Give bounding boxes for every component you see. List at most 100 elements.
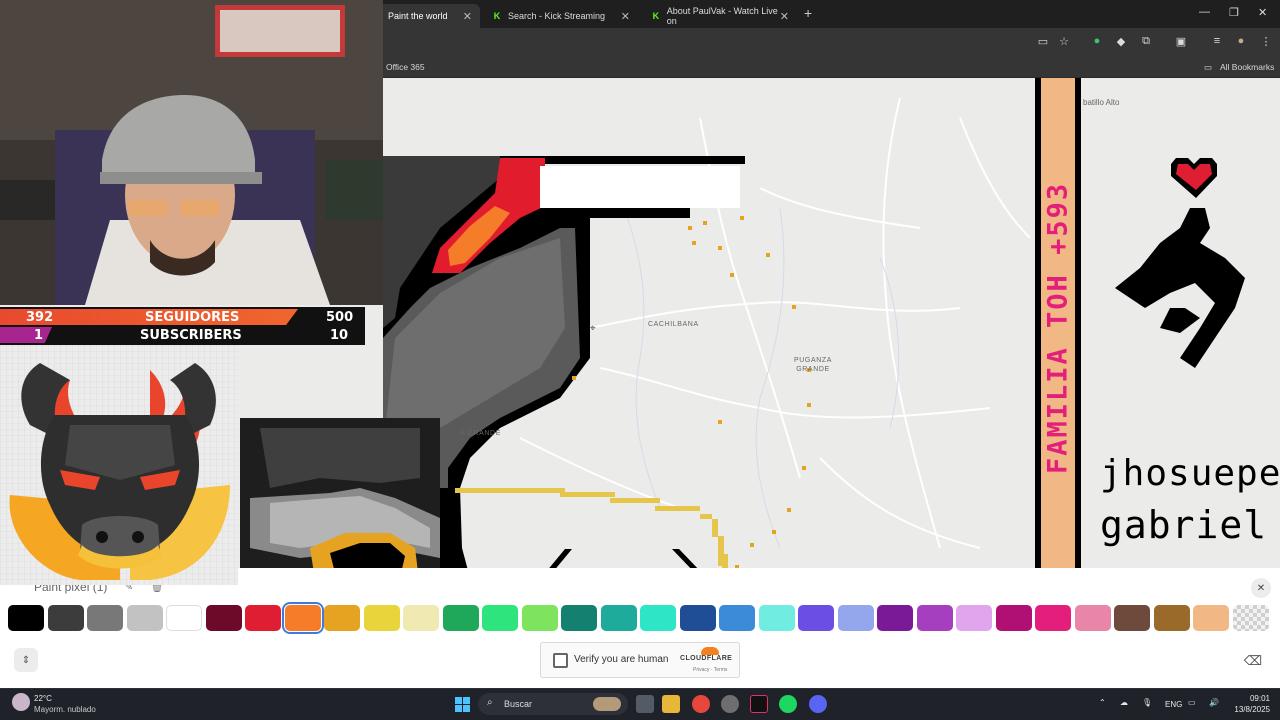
color-swatch[interactable] [838, 605, 874, 631]
color-swatch[interactable] [798, 605, 834, 631]
tray-chevron-icon[interactable]: ⌃ [1099, 698, 1106, 707]
media-icon[interactable]: ≡ [1209, 33, 1225, 49]
color-swatch[interactable] [245, 605, 281, 631]
kick-icon: K [493, 11, 501, 21]
minimize-button[interactable]: — [1199, 6, 1210, 18]
map-label-cachilbana: CACHILBANA [648, 321, 699, 328]
weather-desc[interactable]: Mayorm. nublado [34, 705, 96, 714]
weather-icon[interactable] [12, 693, 30, 711]
close-window-button[interactable]: ✕ [1258, 6, 1267, 19]
color-swatch[interactable] [640, 605, 676, 631]
verify-checkbox[interactable] [553, 653, 568, 668]
bookmark-office-365[interactable]: Office 365 [386, 62, 425, 72]
color-swatch[interactable] [482, 605, 518, 631]
tab-kick-search[interactable]: K Search - Kick Streaming ✕ [482, 4, 638, 28]
tab-paint-the-world[interactable]: Paint the world ✕ [378, 4, 480, 28]
file-explorer-icon[interactable] [662, 695, 680, 713]
color-swatch[interactable] [917, 605, 953, 631]
map-label-tabillo: batillo Alto [1083, 98, 1120, 107]
color-swatch[interactable] [956, 605, 992, 631]
close-palette-button[interactable]: ✕ [1251, 578, 1271, 598]
stream-goals-panel: 392 SEGUIDORES 500 1 SUBSCRIBERS 10 [0, 307, 365, 345]
weather-temp[interactable]: 22°C [34, 694, 52, 703]
map-label-grande: A GRANDE [460, 430, 501, 437]
sidebar-icon[interactable]: ▣ [1173, 33, 1189, 49]
color-swatch[interactable] [996, 605, 1032, 631]
color-swatch[interactable] [1114, 605, 1150, 631]
subs-goal: 10 [330, 328, 349, 343]
close-icon[interactable]: ✕ [780, 10, 789, 23]
windows-start-icon[interactable] [455, 697, 470, 712]
extension-diamond-icon[interactable]: ◆ [1113, 33, 1129, 49]
subs-progress-bar [0, 327, 52, 343]
color-swatch[interactable] [719, 605, 755, 631]
color-swatch[interactable] [759, 605, 795, 631]
discord-icon[interactable] [809, 695, 827, 713]
color-swatch[interactable] [364, 605, 400, 631]
maximize-button[interactable]: ❐ [1229, 6, 1239, 19]
color-swatch[interactable] [561, 605, 597, 631]
new-tab-button[interactable]: + [804, 5, 812, 21]
close-icon[interactable]: ✕ [621, 10, 630, 23]
network-icon[interactable]: ▭ [1188, 698, 1196, 707]
bull-logo [0, 345, 238, 585]
color-swatch[interactable] [1233, 605, 1269, 631]
extensions-puzzle-icon[interactable]: ⧉ [1138, 33, 1154, 49]
color-swatch[interactable] [1035, 605, 1071, 631]
tray-cloud-icon[interactable]: ☁ [1120, 698, 1128, 707]
chrome-icon[interactable] [692, 695, 710, 713]
color-swatch[interactable] [1154, 605, 1190, 631]
color-swatch[interactable] [87, 605, 123, 631]
spotify-icon[interactable] [779, 695, 797, 713]
expand-chevron-button[interactable]: ⇕ [14, 648, 38, 672]
clock-date[interactable]: 13/8/2025 [1226, 705, 1270, 714]
color-swatch[interactable] [522, 605, 558, 631]
map-label-puganza: PUGANZA GRANDE [794, 357, 833, 373]
color-swatch[interactable] [166, 605, 202, 631]
cloudflare-links[interactable]: Privacy · Terms [693, 667, 727, 673]
close-icon[interactable]: ✕ [463, 10, 472, 23]
color-swatch[interactable] [324, 605, 360, 631]
color-swatch[interactable] [282, 602, 324, 634]
color-swatch[interactable] [206, 605, 242, 631]
pixel-art-banner-text: FAMILIA TOH +593 [1042, 181, 1074, 475]
language-indicator[interactable]: ENG [1165, 700, 1182, 709]
followers-label: SEGUIDORES [145, 310, 240, 325]
search-icon: ⌕ [487, 697, 493, 708]
extension-g-icon[interactable]: ● [1089, 33, 1105, 49]
tray-mic-icon[interactable]: 🎙 [1142, 698, 1152, 707]
obs-icon[interactable] [721, 695, 739, 713]
color-swatch[interactable] [680, 605, 716, 631]
color-swatch[interactable] [877, 605, 913, 631]
subs-label: SUBSCRIBERS [140, 328, 242, 343]
clock-time[interactable]: 09:01 [1232, 694, 1270, 703]
color-swatch[interactable] [8, 605, 44, 631]
task-view-icon[interactable] [636, 695, 654, 713]
webcam-scene [0, 0, 383, 305]
all-bookmarks[interactable]: All Bookmarks [1220, 62, 1274, 72]
tiktok-icon[interactable] [750, 695, 768, 713]
color-swatch[interactable] [127, 605, 163, 631]
pixel-art-name-2: gabriel [1100, 503, 1268, 547]
color-swatch[interactable] [1193, 605, 1229, 631]
followers-goal-row: 392 SEGUIDORES 500 [0, 309, 365, 326]
cloudflare-logo-icon [701, 647, 719, 655]
color-swatch[interactable] [1075, 605, 1111, 631]
search-decoration-icon [593, 697, 621, 711]
followers-current: 392 [26, 310, 54, 325]
menu-icon[interactable]: ⋮ [1258, 33, 1274, 49]
profile-avatar[interactable]: ● [1233, 33, 1249, 49]
verify-text: Verify you are human [574, 654, 669, 665]
color-swatch[interactable] [601, 605, 637, 631]
eraser-button[interactable]: ⌫ [1240, 648, 1266, 674]
bookmark-star-icon[interactable]: ☆ [1056, 33, 1072, 49]
taskbar-search[interactable]: ⌕ Buscar [478, 693, 628, 715]
color-swatch[interactable] [443, 605, 479, 631]
color-swatch[interactable] [48, 605, 84, 631]
tab-about-paulvak[interactable]: K About PaulVak - Watch Live on ✕ [641, 4, 797, 28]
color-swatch[interactable] [403, 605, 439, 631]
pixel-art-name-1: jhosuepe. [1100, 453, 1280, 494]
volume-icon[interactable]: 🔊 [1209, 698, 1219, 707]
crosshair-icon: ⌖ [590, 323, 596, 334]
cast-icon[interactable]: ▭ [1035, 33, 1051, 49]
